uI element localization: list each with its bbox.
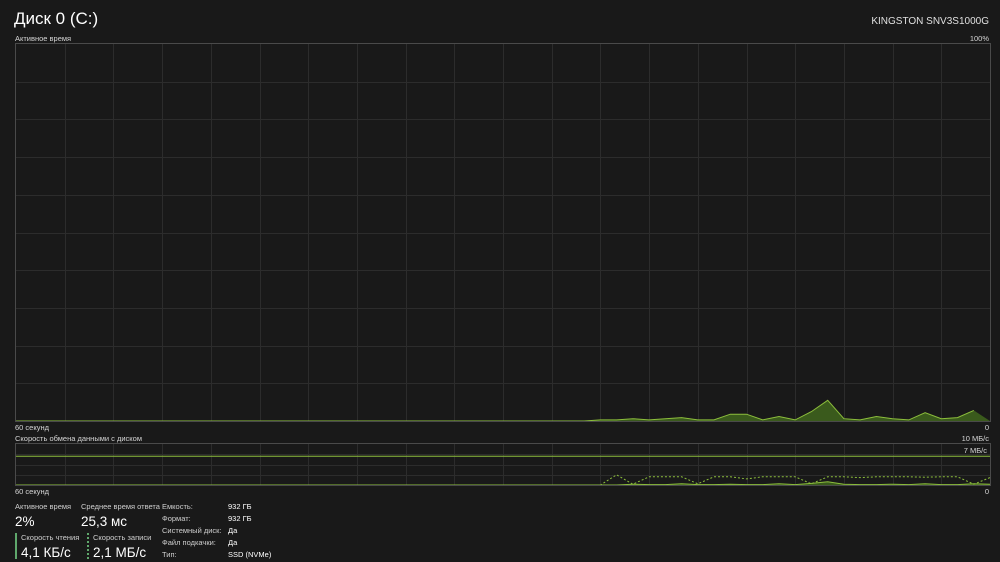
property-row: Системный диск: Да	[162, 524, 271, 536]
active-time-chart	[15, 43, 991, 422]
active-time-chart-canvas	[16, 44, 990, 421]
stat-response-time: Среднее время ответа 25,3 мс	[81, 502, 160, 529]
property-row: Тип: SSD (NVMe)	[162, 548, 271, 560]
stat-write-speed-label: Скорость записи	[93, 533, 152, 542]
property-value: 932 ГБ	[228, 501, 252, 511]
stat-active-time-label: Активное время	[15, 502, 72, 511]
disk-properties: Емкость: 932 ГБ Формат: 932 ГБ Системный…	[162, 500, 271, 560]
transfer-rate-line-label: 7 МБ/с	[963, 446, 987, 455]
stat-read-speed-value: 4,1 КБ/с	[21, 545, 71, 560]
property-row: Файл подкачки: Да	[162, 536, 271, 548]
property-value: Да	[228, 537, 238, 547]
property-row: Емкость: 932 ГБ	[162, 500, 271, 512]
page-title: Диск 0 (C:)	[14, 9, 99, 28]
stat-response-time-label: Среднее время ответа	[81, 502, 160, 511]
read-speed-indicator	[15, 533, 17, 559]
write-speed-indicator	[87, 533, 89, 559]
active-time-max-label: 100%	[969, 34, 989, 43]
transfer-rate-min-label: 0	[984, 487, 989, 496]
stat-write-speed: Скорость записи 2,1 МБ/с	[93, 533, 151, 560]
stat-active-time-value: 2%	[15, 514, 35, 529]
stat-read-speed-label: Скорость чтения	[21, 533, 80, 542]
disk-model: KINGSTON SNV3S1000G	[871, 16, 989, 27]
stat-active-time: Активное время 2%	[15, 502, 71, 529]
property-label: Формат:	[162, 513, 191, 523]
property-label: Емкость:	[162, 501, 193, 511]
transfer-rate-chart-canvas	[16, 444, 990, 485]
property-label: Тип:	[162, 549, 177, 559]
stat-response-time-value: 25,3 мс	[81, 514, 128, 529]
property-value: Да	[228, 525, 238, 535]
transfer-rate-max-label: 10 МБ/с	[961, 434, 989, 443]
property-label: Файл подкачки:	[162, 537, 216, 547]
property-value: 932 ГБ	[228, 513, 252, 523]
property-value: SSD (NVMe)	[228, 549, 272, 559]
property-row: Формат: 932 ГБ	[162, 512, 271, 524]
transfer-rate-duration-label: 60 секунд	[15, 487, 49, 496]
active-time-chart-label: Активное время	[15, 34, 72, 43]
transfer-rate-chart-label: Скорость обмена данными с диском	[15, 434, 142, 443]
property-label: Системный диск:	[162, 525, 222, 535]
stat-read-speed: Скорость чтения 4,1 КБ/с	[21, 533, 79, 560]
active-time-duration-label: 60 секунд	[15, 423, 49, 432]
transfer-rate-chart: 7 МБ/с	[15, 443, 991, 486]
stat-write-speed-value: 2,1 МБ/с	[93, 545, 147, 560]
active-time-min-label: 0	[984, 423, 989, 432]
